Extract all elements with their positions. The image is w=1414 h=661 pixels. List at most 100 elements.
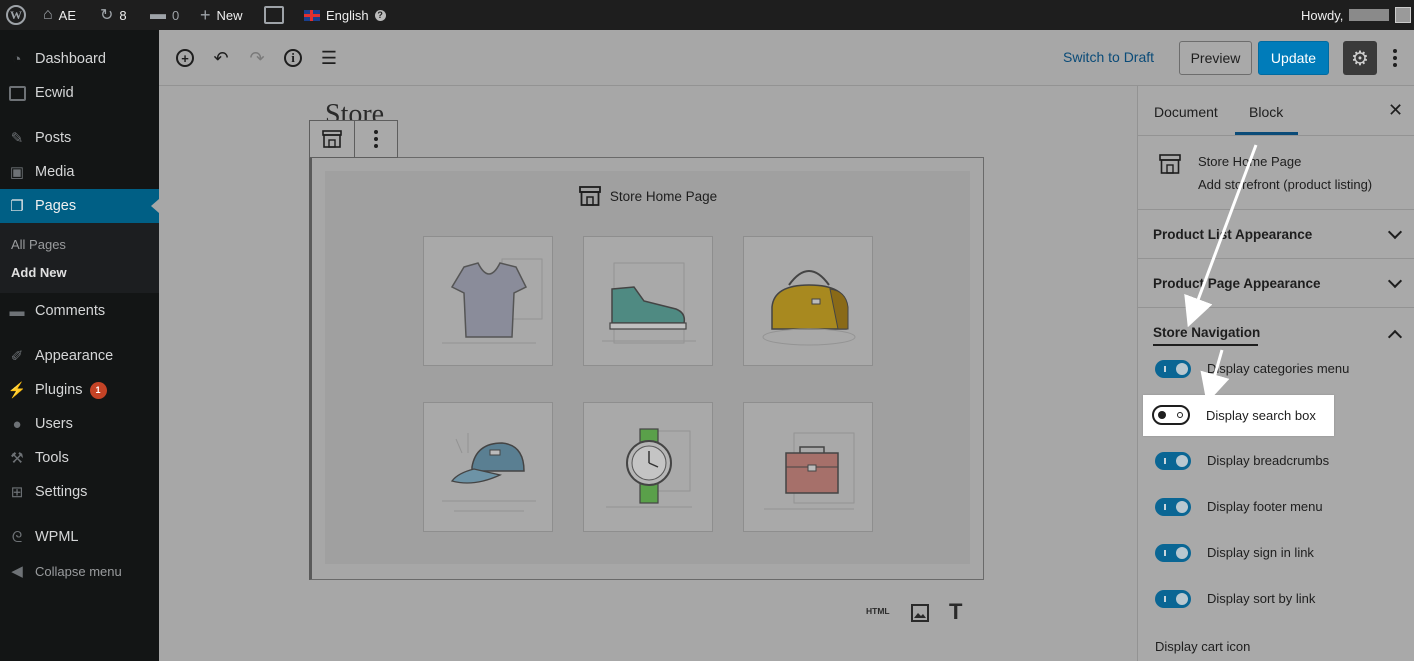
product-tile-cap (423, 402, 553, 532)
close-icon[interactable]: ✕ (1388, 100, 1403, 121)
update-button[interactable]: Update (1258, 41, 1329, 75)
sidebar-item-label: Users (35, 416, 73, 432)
preview-button[interactable]: Preview (1179, 41, 1252, 75)
settings-sidebar: Document Block ✕ Store Home Page Add sto… (1137, 86, 1414, 661)
updates-link[interactable]: ↻ 8 (100, 0, 127, 30)
footer-menu-toggle[interactable] (1155, 498, 1191, 516)
wordpress-logo-button[interactable]: W (6, 0, 26, 30)
storefront-icon (578, 186, 601, 206)
tab-document[interactable]: Document (1154, 104, 1218, 120)
sidebar-item-settings[interactable]: ⊞ Settings (0, 475, 159, 509)
sidebar-item-pages[interactable]: ❐ Pages (0, 189, 159, 223)
active-tab-indicator (1235, 132, 1298, 135)
block-navigation-button[interactable]: ☰ (318, 47, 340, 69)
html-block-icon[interactable]: HTML (866, 606, 890, 616)
sidebar-item-label: Ecwid (35, 85, 74, 101)
refresh-icon: ↻ (100, 7, 114, 24)
list-icon: ☰ (320, 47, 338, 68)
divider (1138, 307, 1414, 308)
panel-product-list-appearance[interactable]: Product List Appearance (1153, 227, 1312, 242)
gear-icon: ⚙ (1351, 47, 1369, 70)
toggle-label: Display search box (1206, 408, 1316, 423)
panel-product-page-appearance[interactable]: Product Page Appearance (1153, 276, 1321, 291)
toggle-row-footer-menu: Display footer menu (1138, 496, 1414, 520)
sidebar-item-ecwid[interactable]: Ecwid (0, 76, 159, 110)
info-icon: i (284, 49, 302, 67)
user-name-redacted (1349, 9, 1390, 21)
sidebar-item-plugins[interactable]: ⚡ Plugins 1 (0, 373, 159, 407)
settings-tabs: Document Block ✕ (1138, 86, 1414, 136)
store-navigation-underline (1153, 344, 1258, 346)
block-type-button[interactable] (310, 121, 354, 157)
toggle-row-categories-menu: Display categories menu (1138, 358, 1414, 382)
add-block-button[interactable]: + (174, 47, 196, 69)
sidebar-item-dashboard[interactable]: ◔ Dashboard (0, 42, 159, 76)
new-label: New (216, 7, 243, 23)
sort-by-link-toggle[interactable] (1155, 590, 1191, 608)
uk-flag-icon (304, 9, 320, 21)
product-tile-tshirt (423, 236, 553, 366)
account-menu[interactable]: Howdy, (1301, 0, 1412, 30)
block-card-description: Add storefront (product listing) (1198, 177, 1373, 192)
sign-in-link-toggle[interactable] (1155, 544, 1191, 562)
toggle-label: Display sort by link (1207, 591, 1316, 606)
cart-icon-option-label: Display cart icon (1155, 639, 1251, 654)
block-more-options-button[interactable] (353, 121, 398, 157)
undo-button[interactable]: ↶ (210, 47, 232, 69)
language-switcher[interactable]: English ? (304, 0, 386, 30)
store-home-page-block[interactable]: Store Home Page (325, 171, 970, 564)
chevron-down-icon[interactable] (1387, 273, 1403, 289)
pages-icon: ❐ (10, 198, 24, 215)
divider (1138, 209, 1414, 210)
more-tools-button[interactable] (1385, 44, 1405, 72)
submenu-add-new[interactable]: Add New (11, 265, 67, 280)
sneaker-icon (602, 262, 696, 344)
product-tile-watch (583, 402, 713, 532)
plugins-update-badge: 1 (89, 381, 107, 399)
sidebar-item-appearance[interactable]: ✐ Appearance (0, 339, 159, 373)
chevron-up-icon[interactable] (1387, 329, 1403, 345)
collapse-menu-button[interactable]: ◀ Collapse menu (0, 554, 159, 588)
sidebar-item-label: Tools (35, 450, 69, 466)
sidebar-item-posts[interactable]: ✎ Posts (0, 121, 159, 155)
store-block-title-text: Store Home Page (609, 188, 718, 204)
site-name-link[interactable]: ⌂ AE (43, 0, 76, 30)
sidebar-item-users[interactable]: ● Users (0, 407, 159, 441)
panel-store-navigation[interactable]: Store Navigation (1153, 325, 1260, 340)
briefcase-icon (764, 432, 855, 510)
new-content-link[interactable]: + New (200, 0, 243, 30)
text-block-icon[interactable]: T (949, 599, 962, 625)
tab-block[interactable]: Block (1249, 104, 1283, 120)
submenu-all-pages[interactable]: All Pages (11, 237, 66, 252)
sidebar-item-label: Media (35, 164, 75, 180)
comments-link[interactable]: ▬ 0 (150, 0, 179, 30)
collapse-icon: ◀ (11, 563, 23, 580)
redo-button[interactable]: ↷ (246, 47, 268, 69)
kebab-icon (373, 130, 378, 148)
search-box-toggle[interactable] (1152, 405, 1190, 425)
sidebar-item-tools[interactable]: ⚒ Tools (0, 441, 159, 475)
block-card-title: Store Home Page (1198, 154, 1302, 169)
howdy-label: Howdy, (1301, 7, 1344, 23)
media-icon: ▣ (9, 164, 25, 181)
tshirt-icon (442, 258, 543, 344)
plus-circle-icon: + (176, 49, 194, 67)
comments-count: 0 (172, 7, 180, 23)
categories-menu-toggle[interactable] (1155, 360, 1191, 378)
image-block-icon[interactable] (910, 603, 930, 628)
sidebar-item-label: Pages (35, 198, 77, 214)
sidebar-item-media[interactable]: ▣ Media (0, 155, 159, 189)
settings-toggle-button[interactable]: ⚙ (1343, 41, 1377, 75)
ecwid-admin-link[interactable] (264, 0, 284, 30)
chevron-down-icon[interactable] (1387, 224, 1403, 240)
switch-to-draft-link[interactable]: Switch to Draft (1063, 49, 1154, 65)
toggle-label: Display breadcrumbs (1207, 453, 1330, 468)
admin-bar: W ⌂ AE ↻ 8 ▬ 0 + New English ? Howdy, (0, 0, 1414, 30)
sidebar-item-label: Collapse menu (35, 563, 122, 579)
divider (1138, 258, 1414, 259)
sidebar-item-comments[interactable]: ▬ Comments (0, 294, 159, 328)
breadcrumbs-toggle[interactable] (1155, 452, 1191, 470)
content-info-button[interactable]: i (282, 47, 304, 69)
sidebar-item-wpml[interactable]: ᘓ WPML (0, 520, 159, 554)
block-toolbar (309, 120, 398, 158)
